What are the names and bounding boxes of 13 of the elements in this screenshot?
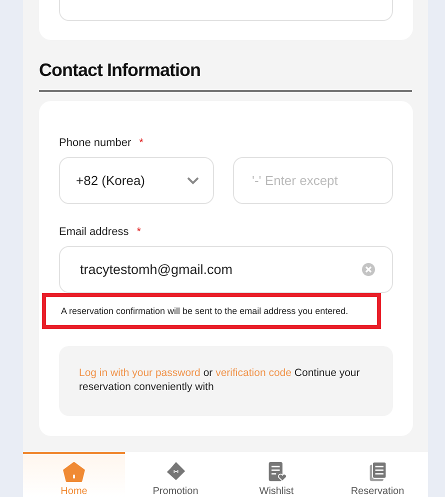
- section-title: Contact Information: [39, 60, 412, 92]
- phone-input-field[interactable]: '-' Enter except: [233, 157, 393, 204]
- country-select[interactable]: +82 (Korea): [59, 157, 214, 204]
- field-label: Email address: [59, 226, 129, 238]
- required-mark: *: [136, 226, 141, 238]
- clear-icon[interactable]: [362, 263, 375, 276]
- notice-text: A reservation confirmation will be sent to the email address you entered.: [42, 293, 381, 329]
- required-mark: *: [139, 137, 144, 149]
- login-hint-text: Log in with your password or verification code Continue your reservation conveniently with: [59, 346, 393, 416]
- chevron-down-icon: [187, 176, 199, 184]
- field-label: Phone number: [59, 137, 132, 149]
- home-icon: [62, 462, 86, 482]
- email-input-field[interactable]: tracytestomh@gmail.com: [59, 246, 393, 293]
